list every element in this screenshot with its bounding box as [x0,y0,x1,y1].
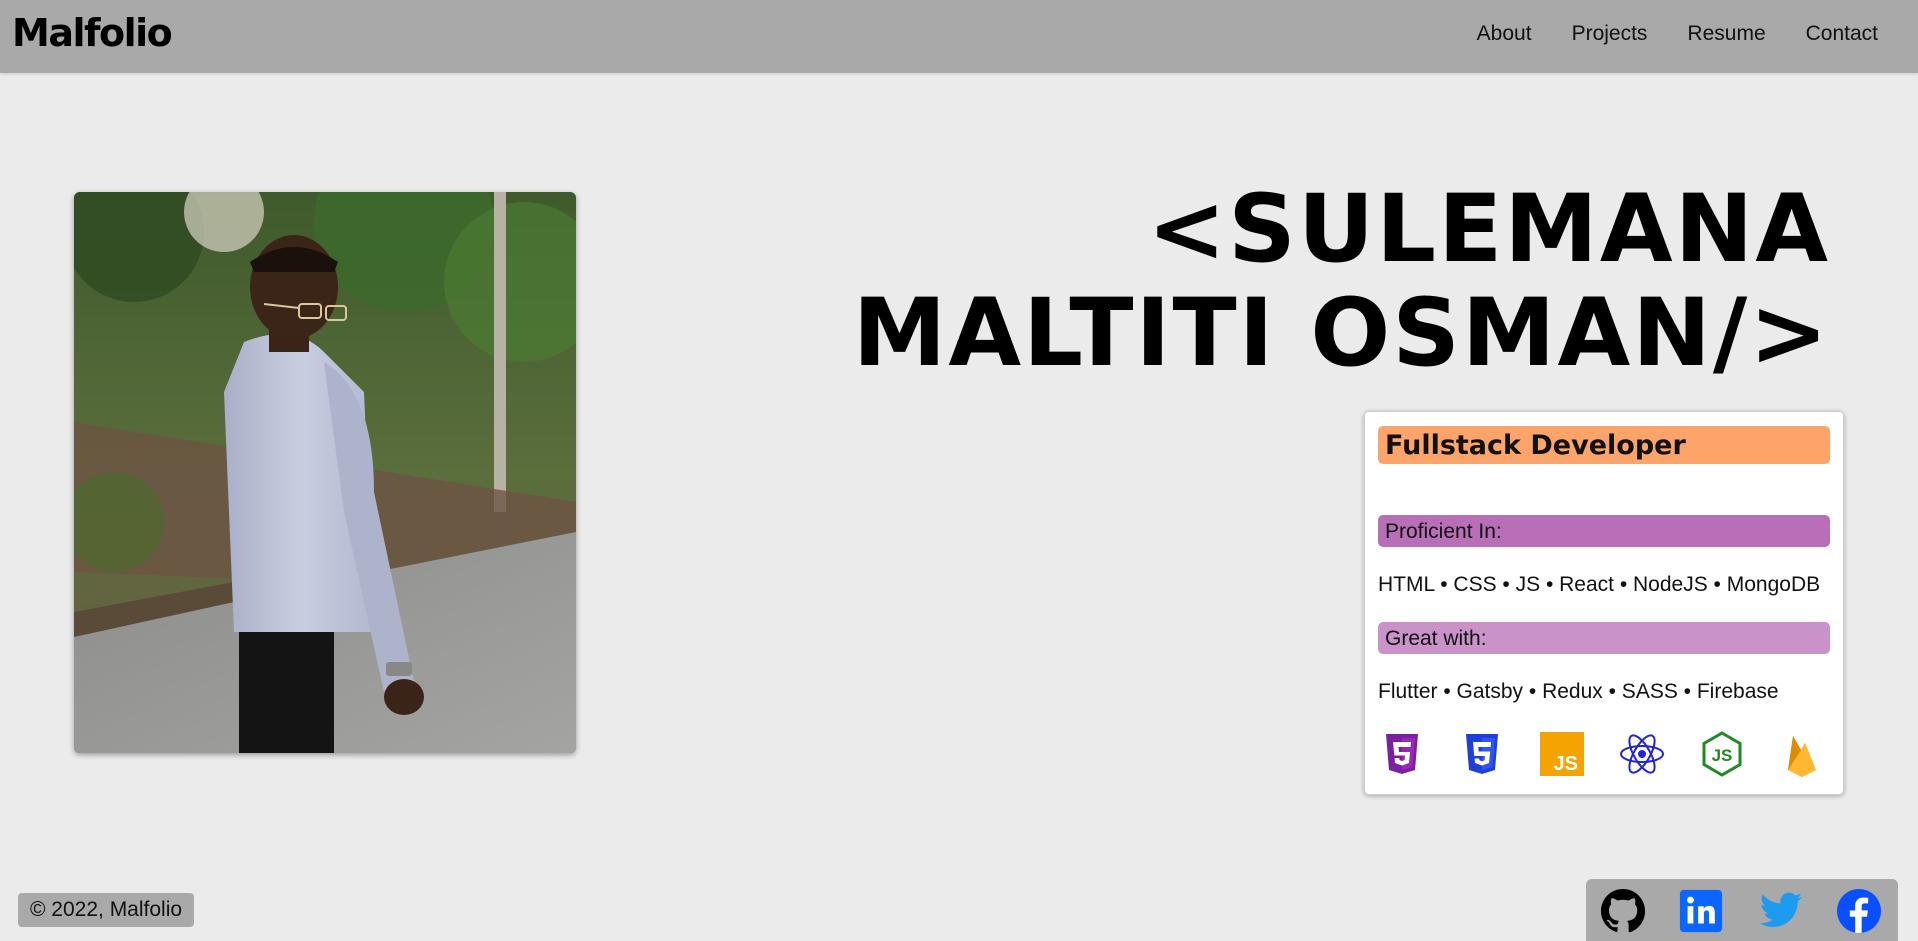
nav-link-resume[interactable]: Resume [1687,22,1765,46]
facebook-icon[interactable] [1836,888,1882,934]
proficient-label: Proficient In: [1385,520,1502,543]
nav-link-projects[interactable]: Projects [1572,22,1648,46]
proficient-skills: HTML • CSS • JS • React • NodeJS • Mongo… [1378,573,1821,596]
react-icon [1620,734,1664,774]
navbar: Malfolio About Projects Resume Contact [0,0,1918,73]
proficient-banner: Proficient In: [1378,515,1830,547]
svg-text:JS: JS [1554,753,1578,775]
great-with-banner: Great with: [1378,622,1830,654]
javascript-icon: JS [1540,732,1584,776]
svg-text:JS: JS [1712,746,1733,765]
tech-icons-row: JS JS [1378,730,1830,780]
nav-link-contact[interactable]: Contact [1806,22,1878,46]
hero-name-line2: MALTITI OSMAN/> [852,279,1830,388]
nav-link-about[interactable]: About [1477,22,1532,46]
profile-photo [74,192,576,753]
site-logo[interactable]: Malfolio [12,11,173,55]
social-links [1586,879,1898,941]
hero-name: <SULEMANA MALTITI OSMAN/> [830,178,1830,386]
linkedin-icon[interactable] [1678,888,1724,934]
role-title: Fullstack Developer [1385,430,1686,461]
twitter-icon[interactable] [1758,888,1804,934]
html5-icon [1386,734,1418,774]
great-with-skills: Flutter • Gatsby • Redux • SASS • Fireba… [1378,680,1779,703]
nav-links: About Projects Resume Contact [1477,22,1878,46]
css3-icon [1466,734,1498,774]
firebase-icon [1788,736,1816,777]
great-with-label: Great with: [1385,627,1487,650]
copyright-badge: © 2022, Malfolio [18,893,195,927]
github-icon[interactable] [1600,888,1646,934]
nodejs-icon: JS [1702,731,1742,777]
hero-name-line1: <SULEMANA [1147,175,1830,284]
role-banner: Fullstack Developer [1378,426,1830,464]
skills-card: Fullstack Developer Proficient In: HTML … [1364,411,1844,795]
